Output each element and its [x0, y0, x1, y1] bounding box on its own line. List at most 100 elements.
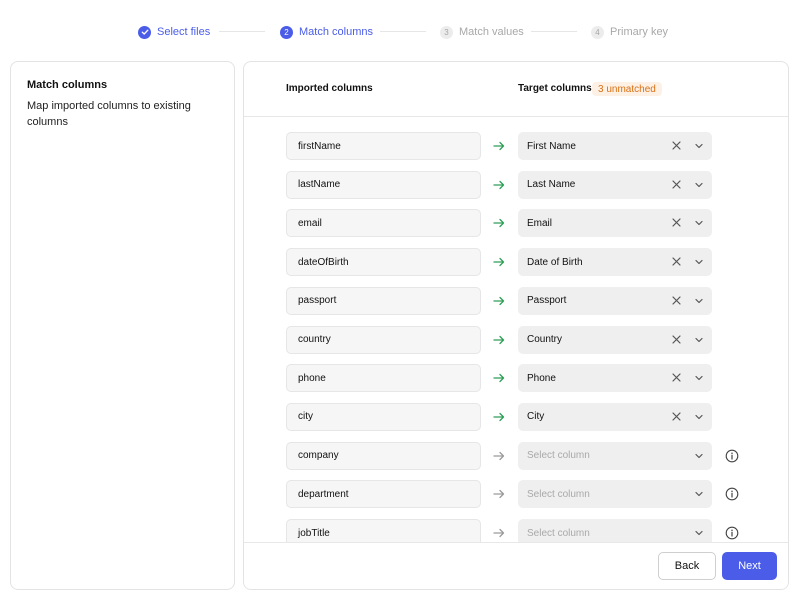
chevron-down-icon[interactable] — [694, 528, 704, 538]
close-icon[interactable] — [671, 295, 682, 306]
arrow-right-icon — [492, 449, 506, 463]
target-column-select[interactable]: Date of Birth — [518, 248, 712, 277]
info-icon[interactable] — [725, 526, 739, 540]
step-label: Select files — [157, 26, 211, 38]
target-column-select[interactable]: Phone — [518, 364, 712, 393]
chevron-down-icon[interactable] — [694, 141, 704, 151]
close-icon[interactable] — [671, 256, 682, 267]
target-column-value: Select column — [527, 488, 590, 500]
step-connector — [531, 31, 577, 32]
imported-column-field: lastName — [286, 170, 481, 199]
imported-column-field: department — [286, 480, 481, 509]
target-column-select[interactable]: Passport — [518, 286, 712, 315]
target-column-select[interactable]: First Name — [518, 132, 712, 160]
mapping-row: country Country — [244, 325, 788, 354]
mapping-row: city City — [244, 402, 788, 431]
step-number: 4 — [591, 25, 604, 39]
step-connector — [380, 31, 426, 32]
step-label: Match columns — [299, 26, 373, 38]
target-column-value: Country — [527, 334, 563, 345]
chevron-down-icon[interactable] — [694, 451, 704, 461]
stepper: Select files 2 Match columns 3 Match val… — [0, 22, 799, 42]
step-number: 3 — [440, 25, 453, 39]
instructions-panel: Match columns Map imported columns to ex… — [10, 61, 235, 590]
target-column-value: Last Name — [527, 179, 576, 191]
target-column-value: City — [527, 411, 545, 423]
next-button[interactable]: Next — [722, 552, 777, 580]
target-column-select[interactable]: Last Name — [518, 170, 712, 199]
target-column-select[interactable]: Country — [518, 325, 712, 354]
step-primary-key[interactable]: 4 Primary key — [591, 22, 668, 42]
chevron-down-icon[interactable] — [694, 257, 704, 267]
chevron-down-icon[interactable] — [694, 218, 704, 228]
step-select-files[interactable]: Select files — [138, 22, 210, 42]
target-columns-header: Target columns — [518, 83, 592, 94]
imported-column-field: company — [286, 441, 481, 470]
target-column-select[interactable]: Select column — [518, 519, 712, 542]
imported-column-field: city — [286, 402, 481, 431]
step-match-columns[interactable]: 2 Match columns — [280, 22, 373, 42]
arrow-right-icon — [492, 255, 506, 269]
info-icon[interactable] — [725, 449, 739, 463]
step-match-values[interactable]: 3 Match values — [440, 22, 524, 42]
panel-description: Map imported columns to existing columns — [27, 100, 191, 128]
mapping-row: passport Passport — [244, 286, 788, 315]
arrow-right-icon — [492, 487, 506, 501]
target-column-select[interactable]: Email — [518, 209, 712, 238]
mapping-row: email Email — [244, 209, 788, 238]
chevron-down-icon[interactable] — [694, 489, 704, 499]
mapping-row: firstName First Name — [244, 132, 788, 160]
arrow-right-icon — [492, 294, 506, 308]
step-connector — [219, 31, 265, 32]
imported-column-field: phone — [286, 364, 481, 393]
close-icon[interactable] — [671, 411, 682, 422]
close-icon[interactable] — [671, 217, 682, 228]
mapping-row: phone Phone — [244, 364, 788, 393]
column-mapping-panel: Imported columns Target columns 3 unmatc… — [243, 61, 789, 590]
unmatched-badge: 3 unmatched — [592, 82, 662, 96]
close-icon[interactable] — [671, 334, 682, 345]
footer: Back Next — [244, 542, 788, 589]
imported-columns-header: Imported columns — [286, 83, 373, 94]
target-column-value: Phone — [527, 372, 556, 384]
chevron-down-icon[interactable] — [694, 180, 704, 190]
arrow-right-icon — [492, 371, 506, 385]
imported-column-field: jobTitle — [286, 519, 481, 542]
target-column-value: Passport — [527, 295, 567, 307]
arrow-right-icon — [492, 139, 506, 153]
target-column-value: Date of Birth — [527, 256, 583, 268]
close-icon[interactable] — [671, 179, 682, 190]
imported-column-field: firstName — [286, 132, 481, 160]
step-label: Primary key — [610, 26, 669, 38]
arrow-right-icon — [492, 410, 506, 424]
chevron-down-icon[interactable] — [694, 335, 704, 345]
target-column-value: Select column — [527, 527, 590, 539]
step-number: 2 — [280, 25, 293, 39]
mapping-row: dateOfBirth Date of Birth — [244, 248, 788, 277]
chevron-down-icon[interactable] — [694, 373, 704, 383]
imported-column-field: dateOfBirth — [286, 248, 481, 277]
target-column-value: Email — [527, 217, 553, 229]
step-label: Match values — [459, 26, 524, 38]
target-column-select[interactable]: Select column — [518, 480, 712, 509]
arrow-right-icon — [492, 216, 506, 230]
chevron-down-icon[interactable] — [694, 412, 704, 422]
imported-column-field: passport — [286, 286, 481, 315]
arrow-right-icon — [492, 333, 506, 347]
target-column-select[interactable]: Select column — [518, 441, 712, 470]
imported-column-field: email — [286, 209, 481, 238]
close-icon[interactable] — [671, 372, 682, 383]
close-icon[interactable] — [671, 140, 682, 151]
mapping-row: lastName Last Name — [244, 170, 788, 199]
target-column-select[interactable]: City — [518, 402, 712, 431]
mapping-rows[interactable]: firstName First Name lastName Last Name emai… — [244, 118, 788, 542]
arrow-right-icon — [492, 178, 506, 192]
target-column-value: First Name — [527, 140, 576, 152]
mapping-row: department Select column — [244, 480, 788, 509]
info-icon[interactable] — [725, 487, 739, 501]
chevron-down-icon[interactable] — [694, 296, 704, 306]
back-button[interactable]: Back — [658, 552, 716, 580]
imported-column-field: country — [286, 325, 481, 354]
check-icon — [138, 25, 151, 39]
mapping-row: jobTitle Select column — [244, 519, 788, 542]
